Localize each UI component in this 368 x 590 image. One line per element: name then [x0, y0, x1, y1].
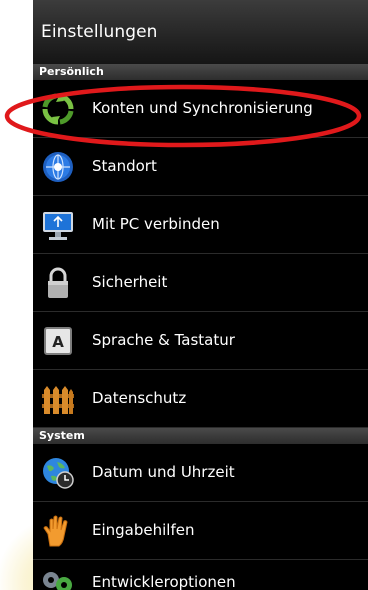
settings-item-location[interactable]: Standort: [33, 138, 368, 196]
section-header-personal: Persönlich: [33, 64, 368, 80]
settings-item-connect-pc[interactable]: Mit PC verbinden: [33, 196, 368, 254]
svg-text:A: A: [52, 333, 64, 351]
settings-item-developer-options[interactable]: Entwickleroptionen: [33, 560, 368, 590]
globe-location-icon: [41, 150, 75, 184]
section-header-system: System: [33, 428, 368, 444]
gears-icon: [41, 568, 75, 590]
settings-item-label: Eingabehilfen: [92, 521, 195, 539]
settings-item-language-keyboard[interactable]: A Sprache & Tastatur: [33, 312, 368, 370]
settings-item-label: Datenschutz: [92, 389, 187, 407]
settings-item-label: Sprache & Tastatur: [92, 331, 235, 349]
sync-arrows-icon: [41, 92, 75, 126]
padlock-icon: [41, 266, 75, 300]
title-bar: Einstellungen: [33, 0, 368, 65]
settings-item-label: Mit PC verbinden: [92, 215, 220, 233]
settings-item-accessibility[interactable]: Eingabehilfen: [33, 502, 368, 560]
globe-clock-icon: [41, 456, 75, 490]
settings-item-label: Konten und Synchronisierung: [92, 99, 313, 117]
settings-item-label: Entwickleroptionen: [92, 573, 236, 590]
page-title: Einstellungen: [41, 22, 158, 42]
usb-monitor-icon: [41, 208, 75, 242]
settings-item-date-time[interactable]: Datum und Uhrzeit: [33, 444, 368, 502]
keyboard-key-icon: A: [41, 324, 75, 358]
settings-screen: Einstellungen Persönlich Konten und Sync…: [33, 0, 368, 590]
hand-icon: [41, 514, 75, 548]
fence-icon: [41, 382, 75, 416]
settings-item-label: Sicherheit: [92, 273, 168, 291]
settings-item-accounts-sync[interactable]: Konten und Synchronisierung: [33, 80, 368, 138]
settings-item-label: Datum und Uhrzeit: [92, 463, 235, 481]
settings-item-privacy[interactable]: Datenschutz: [33, 370, 368, 428]
settings-item-label: Standort: [92, 157, 157, 175]
settings-item-security[interactable]: Sicherheit: [33, 254, 368, 312]
